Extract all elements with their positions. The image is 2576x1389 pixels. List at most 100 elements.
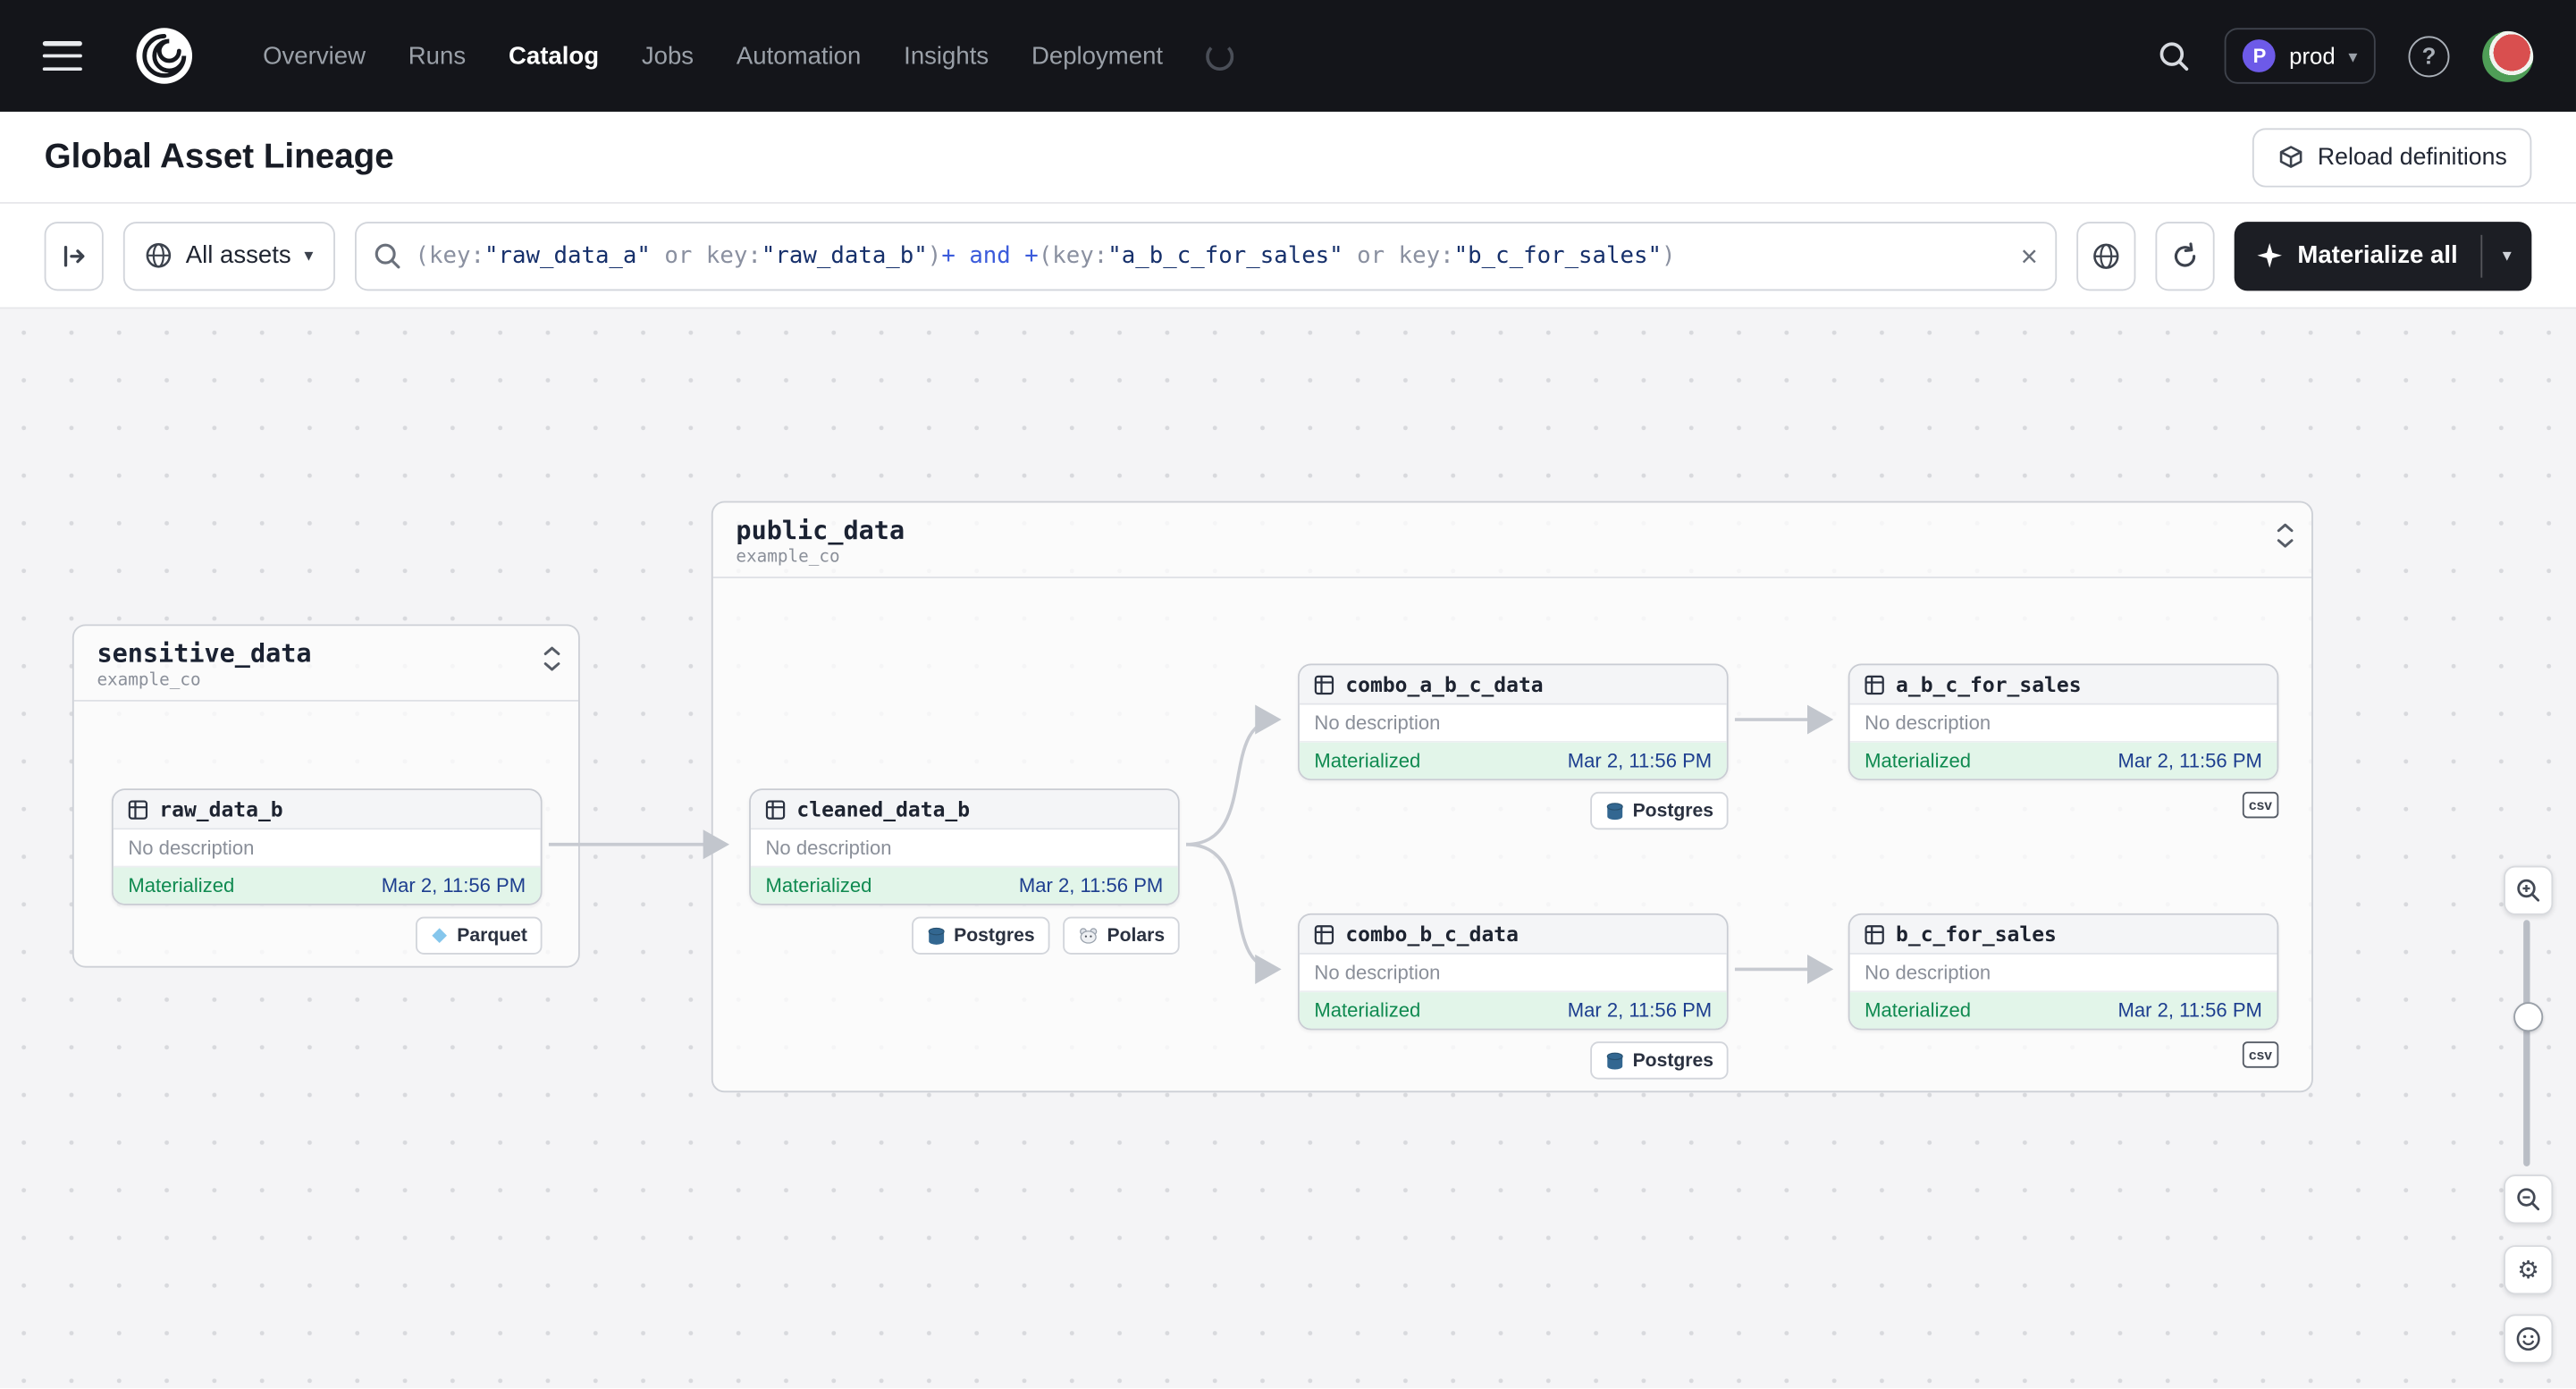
parquet-icon [431,927,449,945]
group-subtitle: example_co [736,547,840,568]
kind-tag-postgres[interactable]: Postgres [1589,791,1729,830]
nav-link-jobs[interactable]: Jobs [642,42,694,70]
asset-description: No description [750,829,1178,868]
loading-spinner-icon [1205,41,1234,71]
group-subtitle: example_co [97,669,201,690]
asset-description: No description [113,829,541,868]
csv-icon[interactable]: csv [2242,1041,2279,1068]
kind-tag-parquet[interactable]: Parquet [416,916,543,955]
materialization-timestamp: Mar 2, 11:56 PM [381,873,526,897]
hamburger-menu-icon[interactable] [42,40,82,72]
asset-selection-wrap: (key: "raw_data_a" or key: "raw_data_b") + … [354,221,2058,290]
query-segment: (key: [1038,242,1108,269]
panel-toggle-icon [59,240,88,270]
chevron-down-icon: ▾ [304,246,314,266]
asset-tags-cleaned-data-b: Postgres Polars [749,916,1180,955]
asset-node-combo-b-c-data[interactable]: combo_b_c_data No description Materializ… [1298,913,1729,1031]
asset-description: No description [1849,955,2277,993]
zoom-out-button[interactable] [2504,1174,2554,1225]
kind-tag-label: Postgres [1632,1050,1714,1071]
kind-tag-postgres[interactable]: Postgres [1589,1041,1729,1080]
query-segment: "a_b_c_for_sales" [1107,242,1343,269]
kind-tag-label: Postgres [1632,801,1714,821]
asset-node-cleaned-data-b[interactable]: cleaned_data_b No description Materializ… [749,788,1180,905]
kind-tag-polars[interactable]: Polars [1062,916,1180,955]
materialization-timestamp: Mar 2, 11:56 PM [1018,873,1164,897]
top-navbar: Overview Runs Catalog Jobs Automation In… [0,0,2576,112]
zoom-in-button[interactable] [2504,865,2554,915]
asset-node-header: a_b_c_for_sales [1849,665,2277,705]
group-title: sensitive_data [97,638,312,669]
table-icon [1314,924,1334,944]
query-segment: (key: [415,242,485,269]
asset-node-combo-a-b-c-data[interactable]: combo_a_b_c_data No description Material… [1298,663,1729,781]
asset-tags-combo-b-c-data: Postgres [1298,1041,1729,1080]
asset-scope-label: All assets [185,241,291,270]
query-segment: "b_c_for_sales" [1453,242,1663,269]
nav-link-runs[interactable]: Runs [408,42,466,70]
zoom-slider-handle[interactable] [2513,1002,2544,1032]
postgres-icon [1604,801,1624,821]
table-icon [765,799,786,819]
asset-node-b-c-for-sales[interactable]: b_c_for_sales No description Materialize… [1848,913,2279,1031]
asset-name: combo_a_b_c_data [1345,671,1544,697]
materialization-timestamp: Mar 2, 11:56 PM [1567,749,1713,772]
nav-link-insights[interactable]: Insights [904,42,989,70]
collapse-group-icon[interactable] [543,645,562,680]
nav-link-deployment[interactable]: Deployment [1031,42,1163,70]
graph-settings-button[interactable]: ⚙ [2504,1245,2554,1295]
kind-tag-label: Postgres [954,925,1035,946]
asset-node-header: b_c_for_sales [1849,914,2277,955]
zoom-slider-track[interactable] [2523,920,2530,1166]
status-badge: Materialized [765,873,872,897]
asset-selection-input[interactable]: (key: "raw_data_a" or key: "raw_data_b") + … [354,221,2058,290]
clear-selection-icon[interactable]: × [2021,236,2038,275]
status-badge: Materialized [1314,749,1421,772]
refresh-button[interactable] [2156,221,2216,290]
navbar-left: Overview Runs Catalog Jobs Automation In… [42,26,1234,85]
reload-definitions-button[interactable]: Reload definitions [2252,127,2532,187]
kind-tag-label: Polars [1107,925,1166,946]
materialize-all-main[interactable]: Materialize all [2235,221,2481,290]
dagster-logo[interactable] [135,26,194,85]
user-avatar[interactable] [2482,30,2534,81]
help-icon[interactable]: ? [2408,35,2450,77]
open-left-panel-button[interactable] [44,221,104,290]
materialization-timestamp: Mar 2, 11:56 PM [1567,998,1713,1023]
asset-status-row: Materialized Mar 2, 11:56 PM [1849,992,2277,1029]
collapse-group-icon[interactable] [2276,522,2295,557]
lineage-canvas[interactable]: sensitive_data example_co public_data ex… [0,308,2576,1389]
postgres-icon [926,926,946,946]
reload-definitions-label: Reload definitions [2317,143,2507,171]
csv-icon[interactable]: csv [2242,791,2279,819]
asset-description: No description [1299,955,1727,993]
asset-tags-a-b-c-for-sales: csv [1848,791,2279,819]
kind-tag-postgres[interactable]: Postgres [911,916,1050,955]
nav-link-overview[interactable]: Overview [263,42,366,70]
asset-name: combo_b_c_data [1345,922,1519,947]
asset-node-raw-data-b[interactable]: raw_data_b No description Materialized M… [111,788,543,905]
refresh-icon [2171,240,2201,270]
group-title: public_data [736,516,905,546]
query-segment: key: [705,242,762,269]
search-icon[interactable] [2158,38,2193,73]
query-segment: key: [1398,242,1454,269]
environment-switcher[interactable]: P prod ▾ [2225,28,2376,84]
asset-node-a-b-c-for-sales[interactable]: a_b_c_for_sales No description Materiali… [1848,663,2279,781]
asset-scope-dropdown[interactable]: All assets ▾ [122,221,335,290]
feedback-button[interactable] [2504,1314,2554,1364]
query-segment: "raw_data_b" [761,242,928,269]
selection-syntax-button[interactable] [2077,221,2137,290]
materialization-timestamp: Mar 2, 11:56 PM [2117,749,2262,772]
lineage-toolbar: All assets ▾ (key: "raw_data_a" or key: "r… [0,203,2576,309]
group-header: public_data example_co [712,502,2312,578]
materialize-options-caret[interactable]: ▾ [2482,221,2531,290]
navbar-right: P prod ▾ ? [2158,28,2534,84]
nav-link-automation[interactable]: Automation [737,42,861,70]
nav-link-catalog[interactable]: Catalog [509,42,599,70]
asset-name: a_b_c_for_sales [1896,671,2082,697]
materialize-all-button[interactable]: Materialize all ▾ [2235,221,2532,290]
status-badge: Materialized [1865,998,1972,1023]
asset-name: cleaned_data_b [796,796,971,821]
query-segment: ) [1662,242,1676,269]
